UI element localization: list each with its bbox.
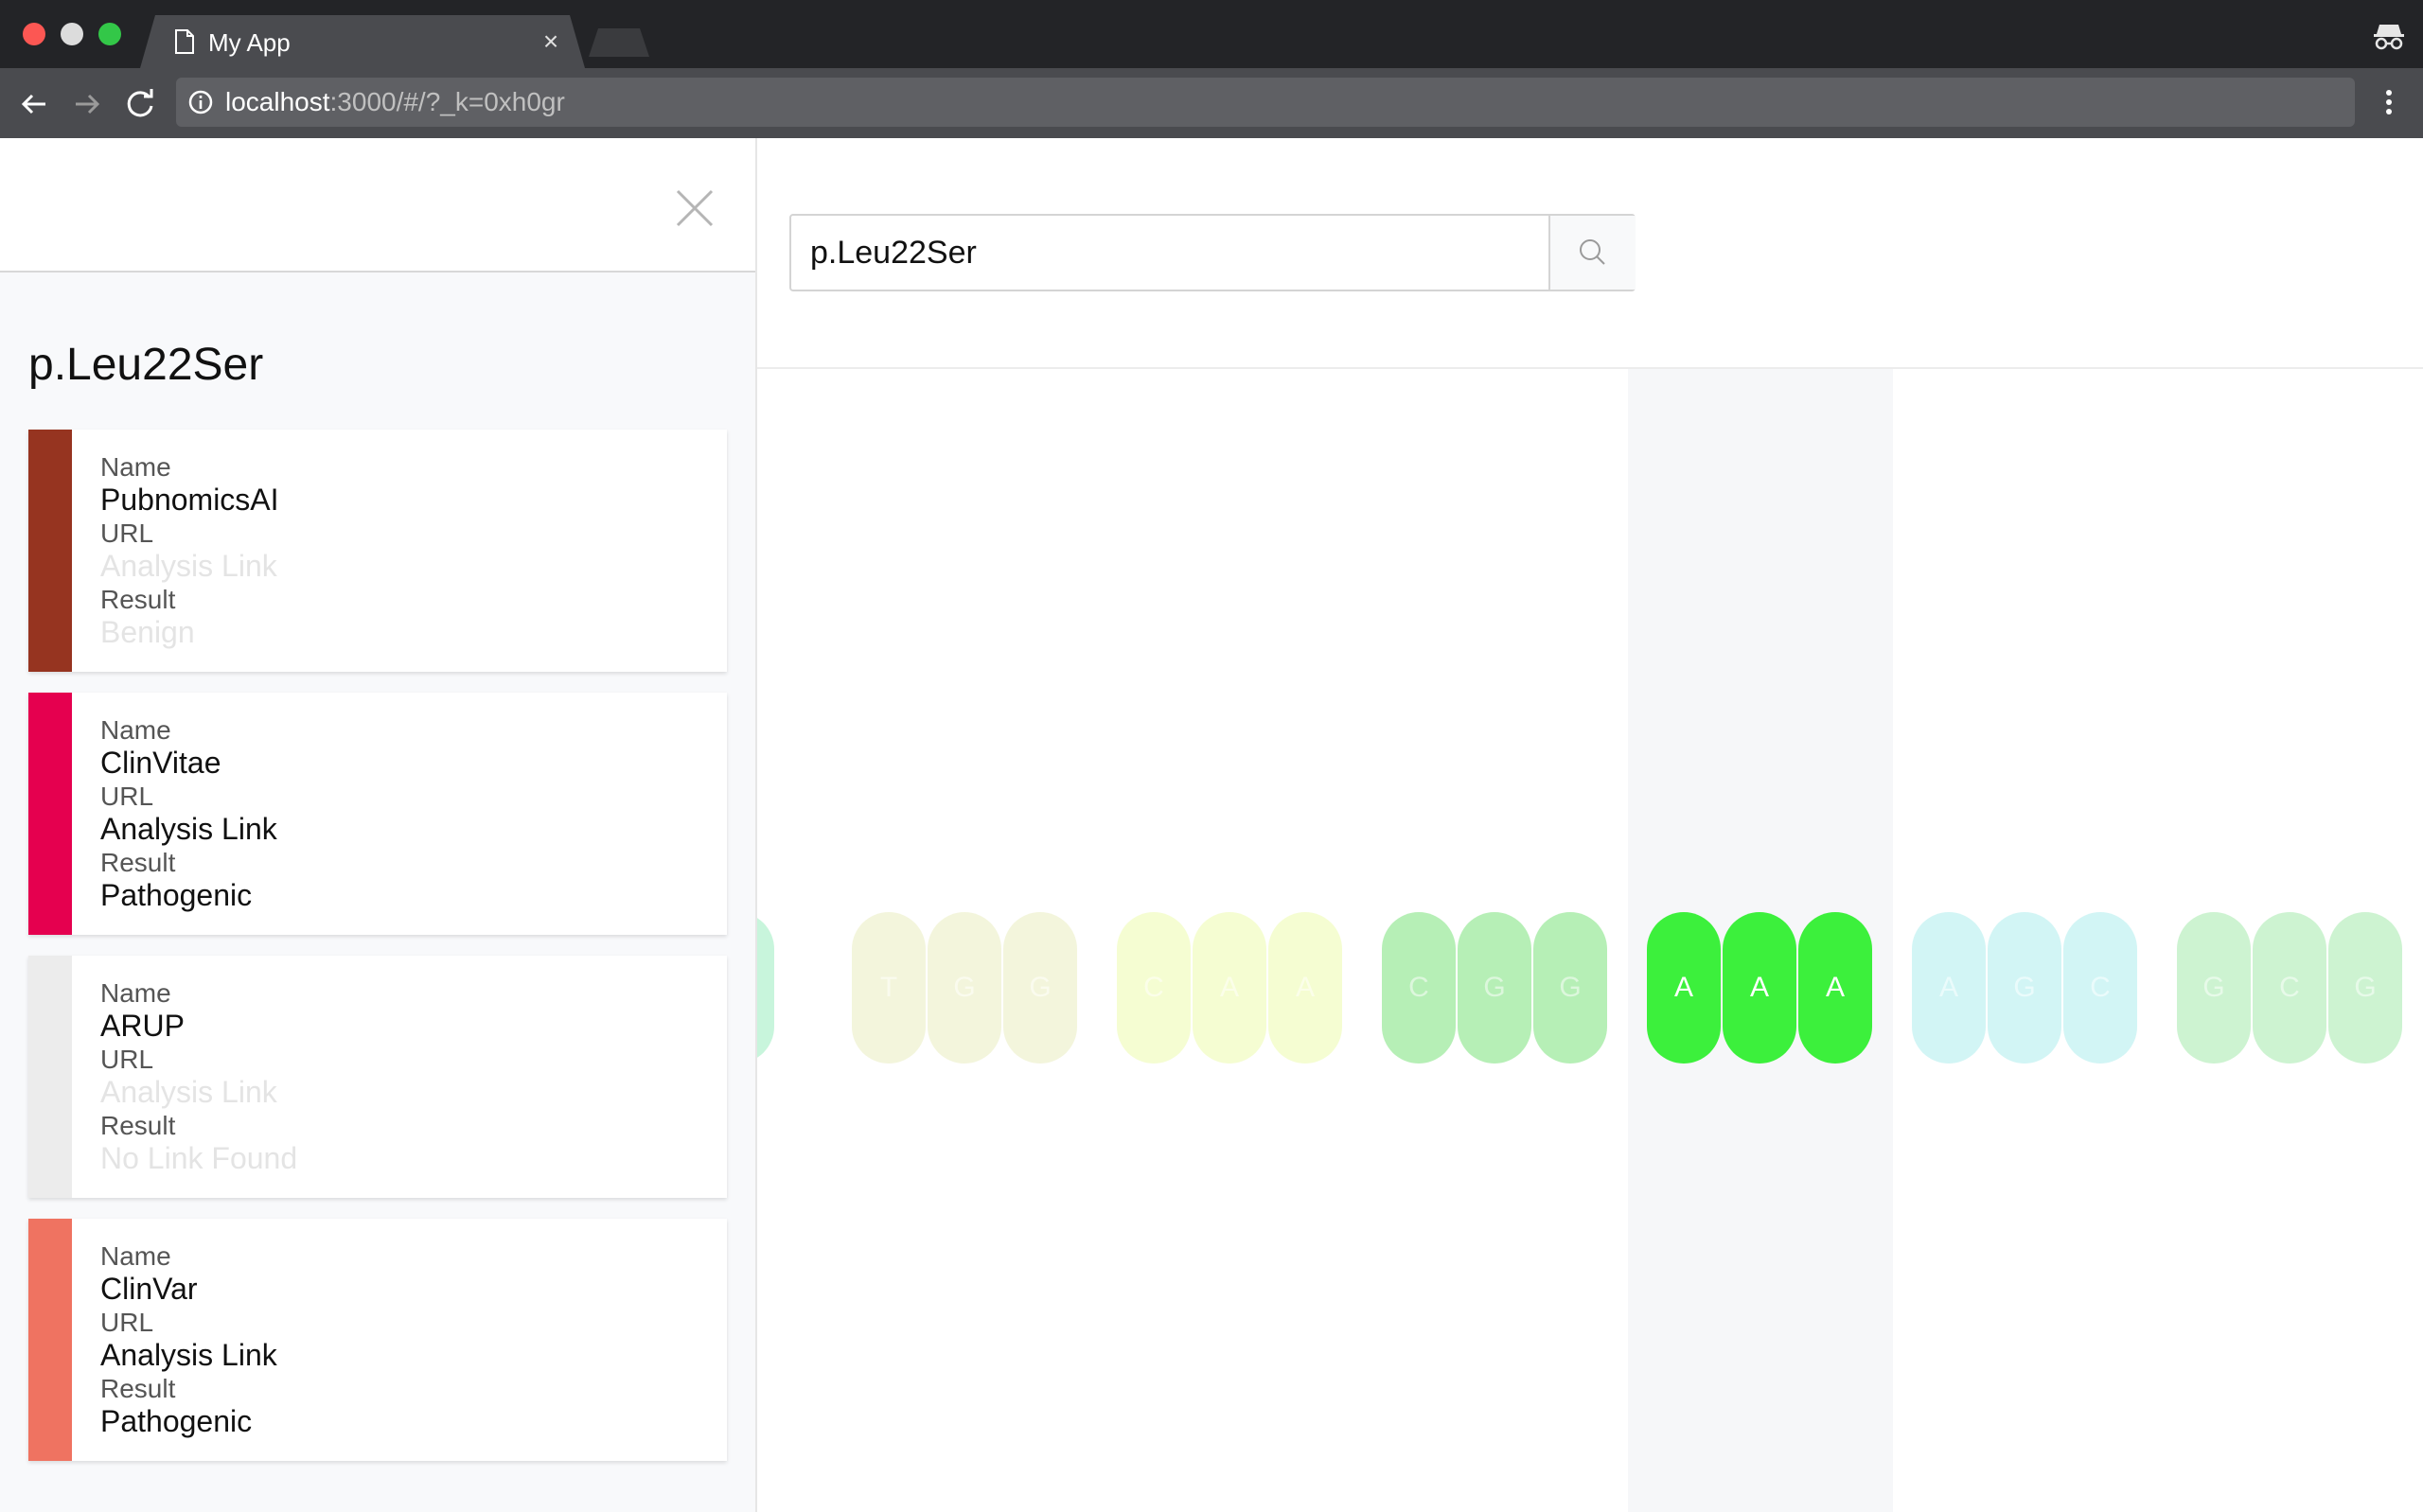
nucleotide[interactable]: A bbox=[1798, 912, 1872, 1064]
nucleotide[interactable]: A bbox=[1647, 912, 1721, 1064]
source-card: Name ClinVar URL Analysis Link Result Pa… bbox=[28, 1219, 727, 1461]
analysis-link[interactable]: Analysis Link bbox=[100, 1076, 297, 1109]
window-close-button[interactable] bbox=[23, 23, 45, 45]
nucleotide[interactable]: A bbox=[1723, 912, 1796, 1064]
sidebar: p.Leu22Ser Name PubnomicsAI URL Analysis… bbox=[0, 138, 757, 1512]
browser-tab[interactable]: My App × bbox=[140, 15, 585, 68]
result-value: Benign bbox=[100, 615, 195, 649]
nucleotide[interactable]: A bbox=[1193, 912, 1266, 1064]
card-body: Name ARUP URL Analysis Link Result No Li… bbox=[100, 976, 297, 1175]
card-color-bar bbox=[28, 1219, 72, 1461]
incognito-icon bbox=[2374, 25, 2404, 50]
forward-icon[interactable] bbox=[68, 85, 106, 123]
card-body: Name ClinVitae URL Analysis Link Result … bbox=[100, 713, 277, 912]
tab-close-button[interactable]: × bbox=[538, 26, 564, 57]
window-zoom-button[interactable] bbox=[98, 23, 121, 45]
sequence-track: GTGGCAACGGAAAAGCGCG bbox=[757, 912, 2423, 1064]
nucleotide[interactable]: C bbox=[1382, 912, 1456, 1064]
search-icon bbox=[1580, 239, 1605, 265]
nucleotide[interactable]: T bbox=[852, 912, 926, 1064]
url-label: URL bbox=[100, 1045, 154, 1074]
close-icon[interactable] bbox=[674, 187, 716, 229]
name-label: Name bbox=[100, 1241, 171, 1271]
search-bar bbox=[789, 214, 1636, 291]
nucleotide[interactable]: G bbox=[1458, 912, 1531, 1064]
search-input[interactable] bbox=[791, 216, 1530, 290]
source-name: ClinVar bbox=[100, 1272, 198, 1306]
tab-title: My App bbox=[208, 28, 291, 57]
result-value: No Link Found bbox=[100, 1141, 298, 1175]
nucleotide[interactable]: C bbox=[2063, 912, 2137, 1064]
source-card: Name PubnomicsAI URL Analysis Link Resul… bbox=[28, 430, 727, 672]
nucleotide[interactable]: C bbox=[1117, 912, 1191, 1064]
analysis-link[interactable]: Analysis Link bbox=[100, 550, 279, 583]
result-value: Pathogenic bbox=[100, 1404, 253, 1438]
address-bar[interactable]: localhost:3000/#/?_k=0xh0gr bbox=[176, 78, 2355, 127]
name-label: Name bbox=[100, 715, 171, 745]
card-color-bar bbox=[28, 693, 72, 935]
url-host: localhost bbox=[225, 87, 330, 116]
search-button[interactable] bbox=[1548, 216, 1636, 290]
variant-title: p.Leu22Ser bbox=[28, 340, 264, 390]
name-label: Name bbox=[100, 452, 171, 482]
result-label: Result bbox=[100, 848, 176, 877]
nucleotide[interactable]: G bbox=[2177, 912, 2251, 1064]
name-label: Name bbox=[100, 978, 171, 1008]
result-label: Result bbox=[100, 1374, 176, 1403]
menu-icon[interactable] bbox=[2378, 85, 2400, 123]
nucleotide[interactable]: G bbox=[1533, 912, 1607, 1064]
card-color-bar bbox=[28, 430, 72, 672]
card-body: Name PubnomicsAI URL Analysis Link Resul… bbox=[100, 450, 279, 649]
source-card: Name ARUP URL Analysis Link Result No Li… bbox=[28, 956, 727, 1198]
nucleotide[interactable]: G bbox=[2328, 912, 2402, 1064]
analysis-link[interactable]: Analysis Link bbox=[100, 813, 277, 846]
nucleotide[interactable]: G bbox=[1003, 912, 1077, 1064]
source-card: Name ClinVitae URL Analysis Link Result … bbox=[28, 693, 727, 935]
nucleotide[interactable]: G bbox=[757, 912, 774, 1064]
nucleotide[interactable]: A bbox=[1912, 912, 1986, 1064]
source-name: ARUP bbox=[100, 1009, 185, 1043]
browser-toolbar: localhost:3000/#/?_k=0xh0gr bbox=[0, 68, 2423, 138]
back-icon[interactable] bbox=[15, 85, 53, 123]
sidebar-header bbox=[0, 138, 755, 273]
result-label: Result bbox=[100, 585, 176, 614]
info-icon[interactable] bbox=[187, 89, 214, 115]
nucleotide[interactable]: A bbox=[1268, 912, 1342, 1064]
reload-icon[interactable] bbox=[121, 85, 159, 123]
result-label: Result bbox=[100, 1111, 176, 1140]
page-icon bbox=[175, 29, 194, 54]
window-minimize-button[interactable] bbox=[61, 23, 83, 45]
url-label: URL bbox=[100, 782, 154, 811]
nucleotide[interactable]: C bbox=[2253, 912, 2326, 1064]
nucleotide[interactable]: G bbox=[928, 912, 1001, 1064]
source-name: ClinVitae bbox=[100, 746, 221, 780]
url-label: URL bbox=[100, 1308, 154, 1337]
url-path: :3000/#/?_k=0xh0gr bbox=[329, 87, 565, 116]
source-name: PubnomicsAI bbox=[100, 483, 279, 517]
url-label: URL bbox=[100, 519, 154, 548]
nucleotide[interactable]: G bbox=[1988, 912, 2061, 1064]
page: p.Leu22Ser Name PubnomicsAI URL Analysis… bbox=[0, 138, 2423, 1512]
browser-titlebar: My App × bbox=[0, 0, 2423, 68]
url-text: localhost:3000/#/?_k=0xh0gr bbox=[225, 87, 565, 117]
card-body: Name ClinVar URL Analysis Link Result Pa… bbox=[100, 1239, 277, 1438]
analysis-link[interactable]: Analysis Link bbox=[100, 1339, 277, 1372]
new-tab-button[interactable] bbox=[589, 28, 649, 57]
card-color-bar bbox=[28, 956, 72, 1198]
result-value: Pathogenic bbox=[100, 878, 253, 912]
divider bbox=[757, 367, 2423, 369]
